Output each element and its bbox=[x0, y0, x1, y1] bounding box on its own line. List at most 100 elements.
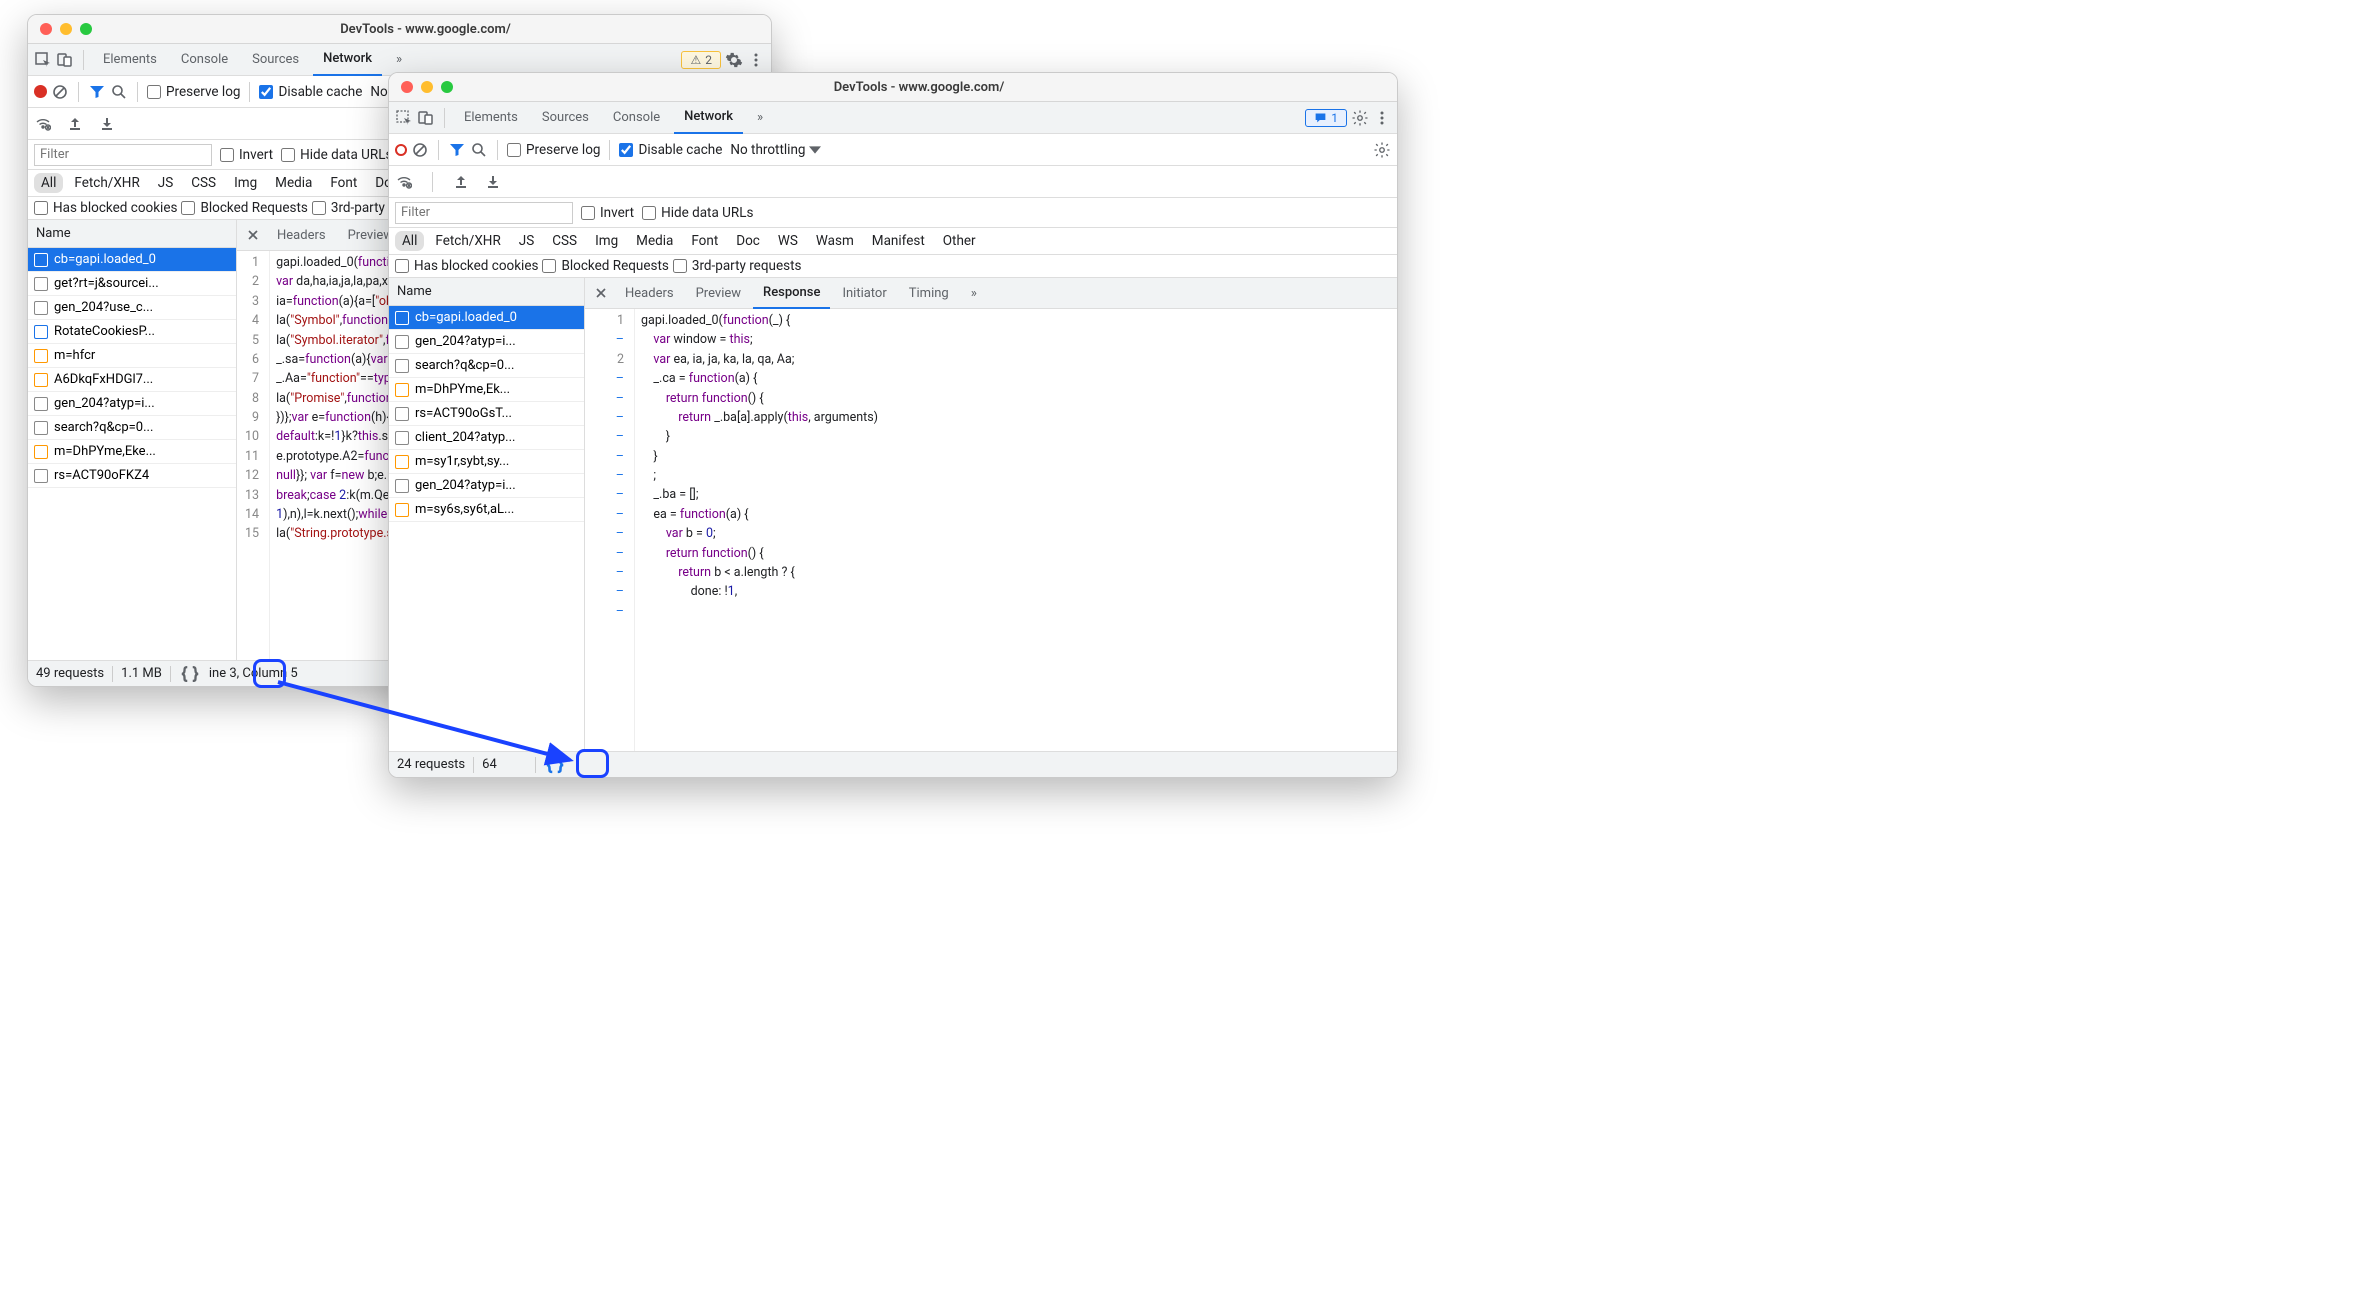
type-filter-all[interactable]: All bbox=[395, 231, 424, 251]
messages-badge[interactable]: 1 bbox=[1305, 109, 1347, 127]
preserve-log-checkbox[interactable]: Preserve log bbox=[147, 84, 240, 100]
request-list[interactable]: cb=gapi.loaded_0gen_204?atyp=i...search?… bbox=[389, 306, 584, 751]
more-icon[interactable] bbox=[1373, 109, 1391, 127]
tab-sources[interactable]: Sources bbox=[532, 102, 599, 134]
preserve-log-checkbox[interactable]: Preserve log bbox=[507, 142, 600, 158]
type-filter-doc[interactable]: Doc bbox=[729, 231, 767, 251]
request-row[interactable]: search?q&cp=0... bbox=[28, 416, 236, 440]
close-icon[interactable] bbox=[40, 23, 52, 35]
clear-icon[interactable] bbox=[411, 141, 429, 159]
traffic-lights[interactable] bbox=[40, 23, 92, 35]
request-row[interactable]: get?rt=j&sourcei... bbox=[28, 272, 236, 296]
detail-tab-response[interactable]: Response bbox=[753, 278, 830, 309]
request-row[interactable]: cb=gapi.loaded_0 bbox=[389, 306, 584, 330]
type-filter-css[interactable]: CSS bbox=[184, 173, 223, 193]
request-row[interactable]: m=DhPYme,Ek... bbox=[389, 378, 584, 402]
settings-icon[interactable] bbox=[1351, 109, 1369, 127]
tab-elements[interactable]: Elements bbox=[454, 102, 528, 134]
record-icon[interactable] bbox=[34, 85, 47, 98]
hide-data-urls-checkbox[interactable]: Hide data URLs bbox=[642, 205, 753, 221]
detail-tab-headers[interactable]: Headers bbox=[615, 278, 684, 309]
download-icon[interactable] bbox=[98, 115, 116, 133]
traffic-lights[interactable] bbox=[401, 81, 453, 93]
type-filter-media[interactable]: Media bbox=[629, 231, 680, 251]
request-row[interactable]: m=hfcr bbox=[28, 344, 236, 368]
upload-icon[interactable] bbox=[66, 115, 84, 133]
detail-tab-headers[interactable]: Headers bbox=[267, 220, 336, 251]
net-status-icon[interactable] bbox=[34, 115, 52, 133]
type-filter-img[interactable]: Img bbox=[227, 173, 264, 193]
blocked-cookies-checkbox[interactable]: Has blocked cookies bbox=[34, 200, 177, 216]
download-icon[interactable] bbox=[484, 173, 502, 191]
type-filter-font[interactable]: Font bbox=[323, 173, 364, 193]
pretty-print-button[interactable] bbox=[544, 755, 566, 775]
net-status-icon[interactable] bbox=[395, 173, 413, 191]
request-row[interactable]: search?q&cp=0... bbox=[389, 354, 584, 378]
response-body[interactable]: 1–2––––––––––––– gapi.loaded_0(function(… bbox=[585, 309, 1397, 751]
third-party-checkbox[interactable]: 3rd-party requests bbox=[673, 258, 802, 274]
type-filter-all[interactable]: All bbox=[34, 173, 63, 193]
search-icon[interactable] bbox=[110, 83, 128, 101]
tab-console[interactable]: Console bbox=[603, 102, 670, 134]
type-filter-ws[interactable]: WS bbox=[771, 231, 805, 251]
device-icon[interactable] bbox=[56, 51, 74, 69]
request-row[interactable]: m=DhPYme,Eke... bbox=[28, 440, 236, 464]
inspect-icon[interactable] bbox=[34, 51, 52, 69]
device-icon[interactable] bbox=[417, 109, 435, 127]
hide-data-urls-checkbox[interactable]: Hide data URLs bbox=[281, 147, 392, 163]
blocked-requests-checkbox[interactable]: Blocked Requests bbox=[542, 258, 668, 274]
blocked-cookies-checkbox[interactable]: Has blocked cookies bbox=[395, 258, 538, 274]
filter-input[interactable] bbox=[395, 202, 573, 224]
request-row[interactable]: rs=ACT90oGsT... bbox=[389, 402, 584, 426]
request-row[interactable]: gen_204?atyp=i... bbox=[389, 474, 584, 498]
close-icon[interactable] bbox=[401, 81, 413, 93]
tab-sources[interactable]: Sources bbox=[242, 44, 309, 76]
detail-tab-timing[interactable]: Timing bbox=[899, 278, 959, 309]
invert-checkbox[interactable]: Invert bbox=[581, 205, 634, 221]
type-filter-manifest[interactable]: Manifest bbox=[865, 231, 932, 251]
detail-tabs-overflow[interactable]: » bbox=[961, 278, 987, 309]
minimize-icon[interactable] bbox=[421, 81, 433, 93]
minimize-icon[interactable] bbox=[60, 23, 72, 35]
warnings-badge[interactable]: ⚠ 2 bbox=[681, 51, 721, 69]
request-row[interactable]: client_204?atyp... bbox=[389, 426, 584, 450]
filter-input[interactable] bbox=[34, 144, 212, 166]
type-filter-wasm[interactable]: Wasm bbox=[809, 231, 861, 251]
type-filter-css[interactable]: CSS bbox=[545, 231, 584, 251]
record-icon[interactable] bbox=[395, 144, 407, 156]
settings-icon[interactable] bbox=[725, 51, 743, 69]
request-row[interactable]: m=sy6s,sy6t,aL... bbox=[389, 498, 584, 522]
request-row[interactable]: rs=ACT90oFKZ4 bbox=[28, 464, 236, 488]
search-icon[interactable] bbox=[470, 141, 488, 159]
type-filter-font[interactable]: Font bbox=[684, 231, 725, 251]
filter-icon[interactable] bbox=[448, 141, 466, 159]
blocked-requests-checkbox[interactable]: Blocked Requests bbox=[181, 200, 307, 216]
invert-checkbox[interactable]: Invert bbox=[220, 147, 273, 163]
type-filter-other[interactable]: Other bbox=[936, 231, 983, 251]
type-filter-js[interactable]: JS bbox=[512, 231, 541, 251]
tabs-overflow[interactable]: » bbox=[386, 44, 412, 76]
tabs-overflow[interactable]: » bbox=[747, 102, 773, 134]
tab-network[interactable]: Network bbox=[674, 102, 743, 134]
request-row[interactable]: cb=gapi.loaded_0 bbox=[28, 248, 236, 272]
inspect-icon[interactable] bbox=[395, 109, 413, 127]
clear-icon[interactable] bbox=[51, 83, 69, 101]
request-row[interactable]: gen_204?use_c... bbox=[28, 296, 236, 320]
request-row[interactable]: gen_204?atyp=i... bbox=[389, 330, 584, 354]
type-filter-fetchxhr[interactable]: Fetch/XHR bbox=[428, 231, 507, 251]
request-list[interactable]: cb=gapi.loaded_0get?rt=j&sourcei...gen_2… bbox=[28, 248, 236, 660]
tab-elements[interactable]: Elements bbox=[93, 44, 167, 76]
type-filter-fetchxhr[interactable]: Fetch/XHR bbox=[67, 173, 146, 193]
tab-network[interactable]: Network bbox=[313, 44, 382, 76]
close-detail-icon[interactable] bbox=[241, 226, 265, 244]
request-row[interactable]: A6DkqFxHDGl7... bbox=[28, 368, 236, 392]
request-row[interactable]: m=sy1r,sybt,sy... bbox=[389, 450, 584, 474]
filter-icon[interactable] bbox=[88, 83, 106, 101]
upload-icon[interactable] bbox=[452, 173, 470, 191]
tab-console[interactable]: Console bbox=[171, 44, 238, 76]
detail-tab-initiator[interactable]: Initiator bbox=[832, 278, 896, 309]
type-filter-js[interactable]: JS bbox=[151, 173, 180, 193]
disable-cache-checkbox[interactable]: Disable cache bbox=[259, 84, 362, 100]
type-filter-img[interactable]: Img bbox=[588, 231, 625, 251]
disable-cache-checkbox[interactable]: Disable cache bbox=[619, 142, 722, 158]
